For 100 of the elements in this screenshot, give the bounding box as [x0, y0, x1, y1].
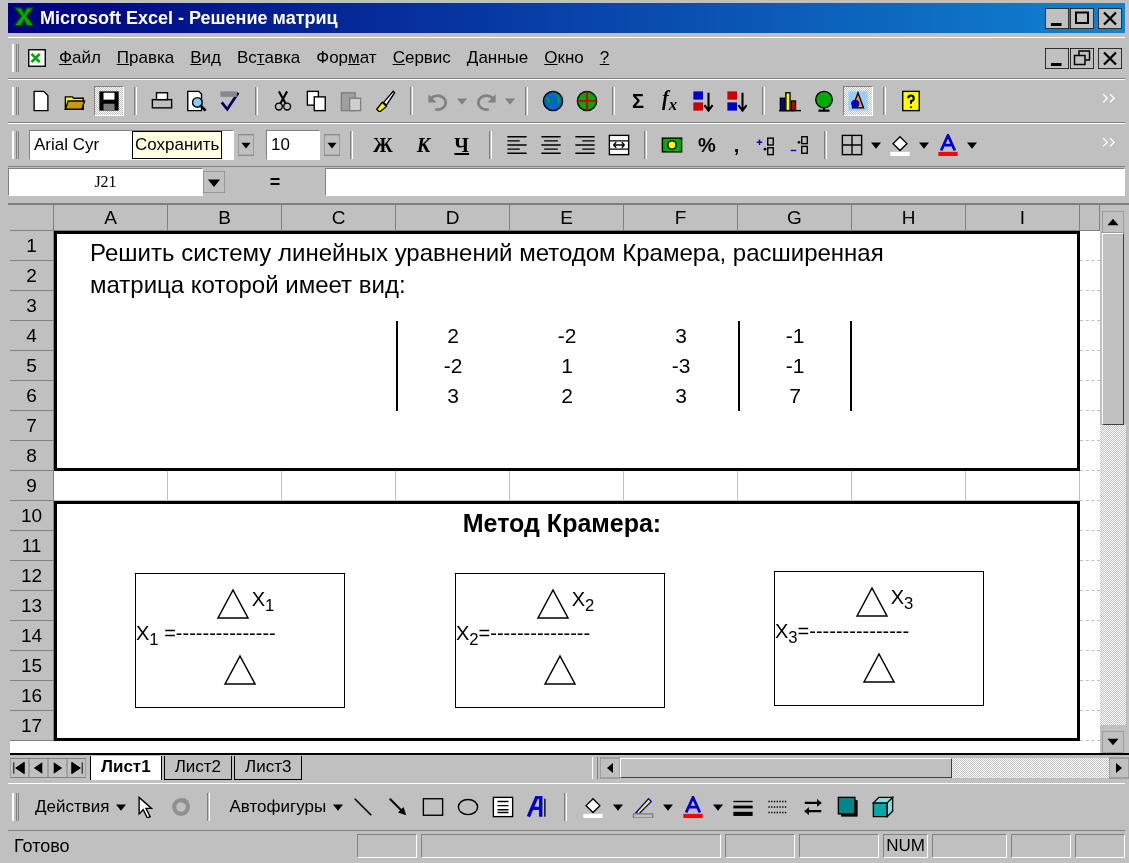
- italic-button[interactable]: К: [406, 131, 441, 159]
- sheet-tab[interactable]: Лист3: [234, 756, 303, 780]
- table-cell-text: 7: [788, 384, 802, 408]
- column-header[interactable]: A: [54, 205, 168, 231]
- row-header[interactable]: 7: [10, 411, 54, 441]
- bold-button[interactable]: Ж: [363, 131, 403, 159]
- table-cell-text: 3: [446, 384, 460, 408]
- actions-menu-button[interactable]: Действия: [27, 795, 112, 819]
- column-header[interactable]: D: [396, 205, 510, 231]
- table-cell-text: 1: [560, 354, 574, 378]
- menu-item[interactable]: Данные: [459, 46, 536, 70]
- row-header[interactable]: 9: [10, 471, 54, 501]
- column-header[interactable]: H: [852, 205, 966, 231]
- percent-button[interactable]: %: [691, 131, 723, 159]
- font-size-field[interactable]: 10: [266, 130, 320, 160]
- dropdown-button[interactable]: [203, 171, 225, 193]
- triangle-icon: [862, 652, 896, 684]
- shapes-icon: [847, 90, 869, 112]
- formula-text: X$_{2}$=---------------: [456, 622, 591, 650]
- row-header[interactable]: 2: [10, 261, 54, 291]
- menu-item[interactable]: ?: [592, 46, 617, 70]
- menu-item[interactable]: Вид: [183, 46, 228, 70]
- dropdown-button[interactable]: [324, 134, 340, 156]
- triangle-icon: [215, 588, 250, 620]
- formula-label: X$_{1}$: [251, 588, 275, 616]
- formula-label: X$_{2}$: [571, 588, 595, 616]
- column-header[interactable]: C: [282, 205, 396, 231]
- row-header[interactable]: 1: [10, 231, 54, 261]
- table-cell-text: 2: [560, 384, 574, 408]
- save-button[interactable]: [94, 86, 124, 116]
- formula-label: X$_{3}$: [890, 586, 914, 614]
- formula-text: X$_{3}$=---------------: [775, 620, 910, 648]
- table-cell-text: -3: [670, 354, 692, 378]
- row-header[interactable]: 6: [10, 381, 54, 411]
- scroll-down-button[interactable]: [1102, 731, 1124, 753]
- task-text: Решить систему линейных уравнений методом Крамера, расширенная матрица которой имеет вид:: [89, 238, 885, 300]
- row-header[interactable]: 15: [10, 651, 54, 681]
- table-cell-text: -1: [784, 354, 806, 378]
- row-header[interactable]: 17: [10, 711, 54, 741]
- status-panel: [1075, 834, 1125, 858]
- menu-item[interactable]: Правка: [109, 46, 182, 70]
- drawing-button[interactable]: [843, 86, 873, 116]
- formula-equals-button[interactable]: =: [225, 169, 325, 195]
- excel-icon[interactable]: [12, 5, 36, 27]
- tab-split-handle[interactable]: [592, 757, 599, 779]
- table-cell-text: 2: [446, 324, 460, 348]
- sheet-tab[interactable]: Лист1: [90, 756, 162, 780]
- scroll-right-button[interactable]: [1109, 757, 1129, 779]
- autosum-button[interactable]: Σ: [625, 87, 651, 115]
- table-cell-text: -1: [784, 324, 806, 348]
- column-header[interactable]: B: [168, 205, 282, 231]
- toolbar-handle[interactable]: [12, 131, 19, 159]
- first-sheet-button[interactable]: [10, 757, 29, 779]
- row-header[interactable]: 11: [10, 531, 54, 561]
- row-header[interactable]: 12: [10, 561, 54, 591]
- previous-sheet-button[interactable]: [29, 757, 48, 779]
- column-header[interactable]: G: [738, 205, 852, 231]
- menu-item[interactable]: Формат: [309, 46, 384, 70]
- row-header[interactable]: 5: [10, 351, 54, 381]
- menu-item[interactable]: Файл: [52, 46, 108, 70]
- next-sheet-button[interactable]: [48, 757, 67, 779]
- column-header[interactable]: E: [510, 205, 624, 231]
- formula-input-field[interactable]: [325, 168, 1125, 196]
- column-header[interactable]: F: [624, 205, 738, 231]
- name-box[interactable]: J21: [8, 168, 203, 196]
- table-cell-text: 3: [674, 384, 688, 408]
- function-button[interactable]: f$_{x}$: [655, 85, 684, 117]
- minimize-button[interactable]: [1045, 7, 1069, 29]
- menu-item[interactable]: Вставка: [230, 46, 308, 70]
- close-button[interactable]: [1098, 47, 1122, 69]
- formula-box[interactable]: X$_{1}$ X$_{1}$ =---------------: [135, 573, 345, 708]
- horizontal-scrollbar[interactable]: [620, 758, 1109, 778]
- scroll-up-button[interactable]: [1102, 211, 1124, 233]
- scroll-left-button[interactable]: [600, 757, 621, 779]
- menu-item[interactable]: Окно: [537, 46, 591, 70]
- underline-button[interactable]: Ч: [444, 131, 480, 159]
- formula-box[interactable]: X$_{3}$ X$_{3}$=---------------: [774, 571, 984, 706]
- sheet-tab[interactable]: Лист2: [163, 756, 233, 780]
- row-header[interactable]: 4: [10, 321, 54, 351]
- toolbar-handle[interactable]: [12, 87, 19, 115]
- row-header[interactable]: 10: [10, 501, 54, 531]
- maximize-button[interactable]: [1070, 7, 1094, 29]
- row-header[interactable]: 16: [10, 681, 54, 711]
- toolbar-handle[interactable]: [12, 793, 19, 821]
- status-panel: [1011, 834, 1071, 858]
- row-header[interactable]: 8: [10, 441, 54, 471]
- column-header[interactable]: I: [966, 205, 1080, 231]
- formula-box[interactable]: X$_{2}$ X$_{2}$=---------------: [455, 573, 665, 708]
- menu-item[interactable]: Сервис: [385, 46, 458, 70]
- row-header[interactable]: 13: [10, 591, 54, 621]
- minimize-button[interactable]: [1045, 47, 1069, 69]
- toolbar-handle[interactable]: [12, 44, 19, 72]
- autoshapes-menu-button[interactable]: Автофигуры: [221, 795, 329, 819]
- last-sheet-button[interactable]: [67, 757, 86, 779]
- restore-button[interactable]: [1070, 47, 1094, 69]
- row-header[interactable]: 3: [10, 291, 54, 321]
- dropdown-button[interactable]: [238, 134, 254, 156]
- close-button[interactable]: [1098, 7, 1122, 29]
- comma-style-button[interactable]: ,: [726, 131, 747, 159]
- row-header[interactable]: 14: [10, 621, 54, 651]
